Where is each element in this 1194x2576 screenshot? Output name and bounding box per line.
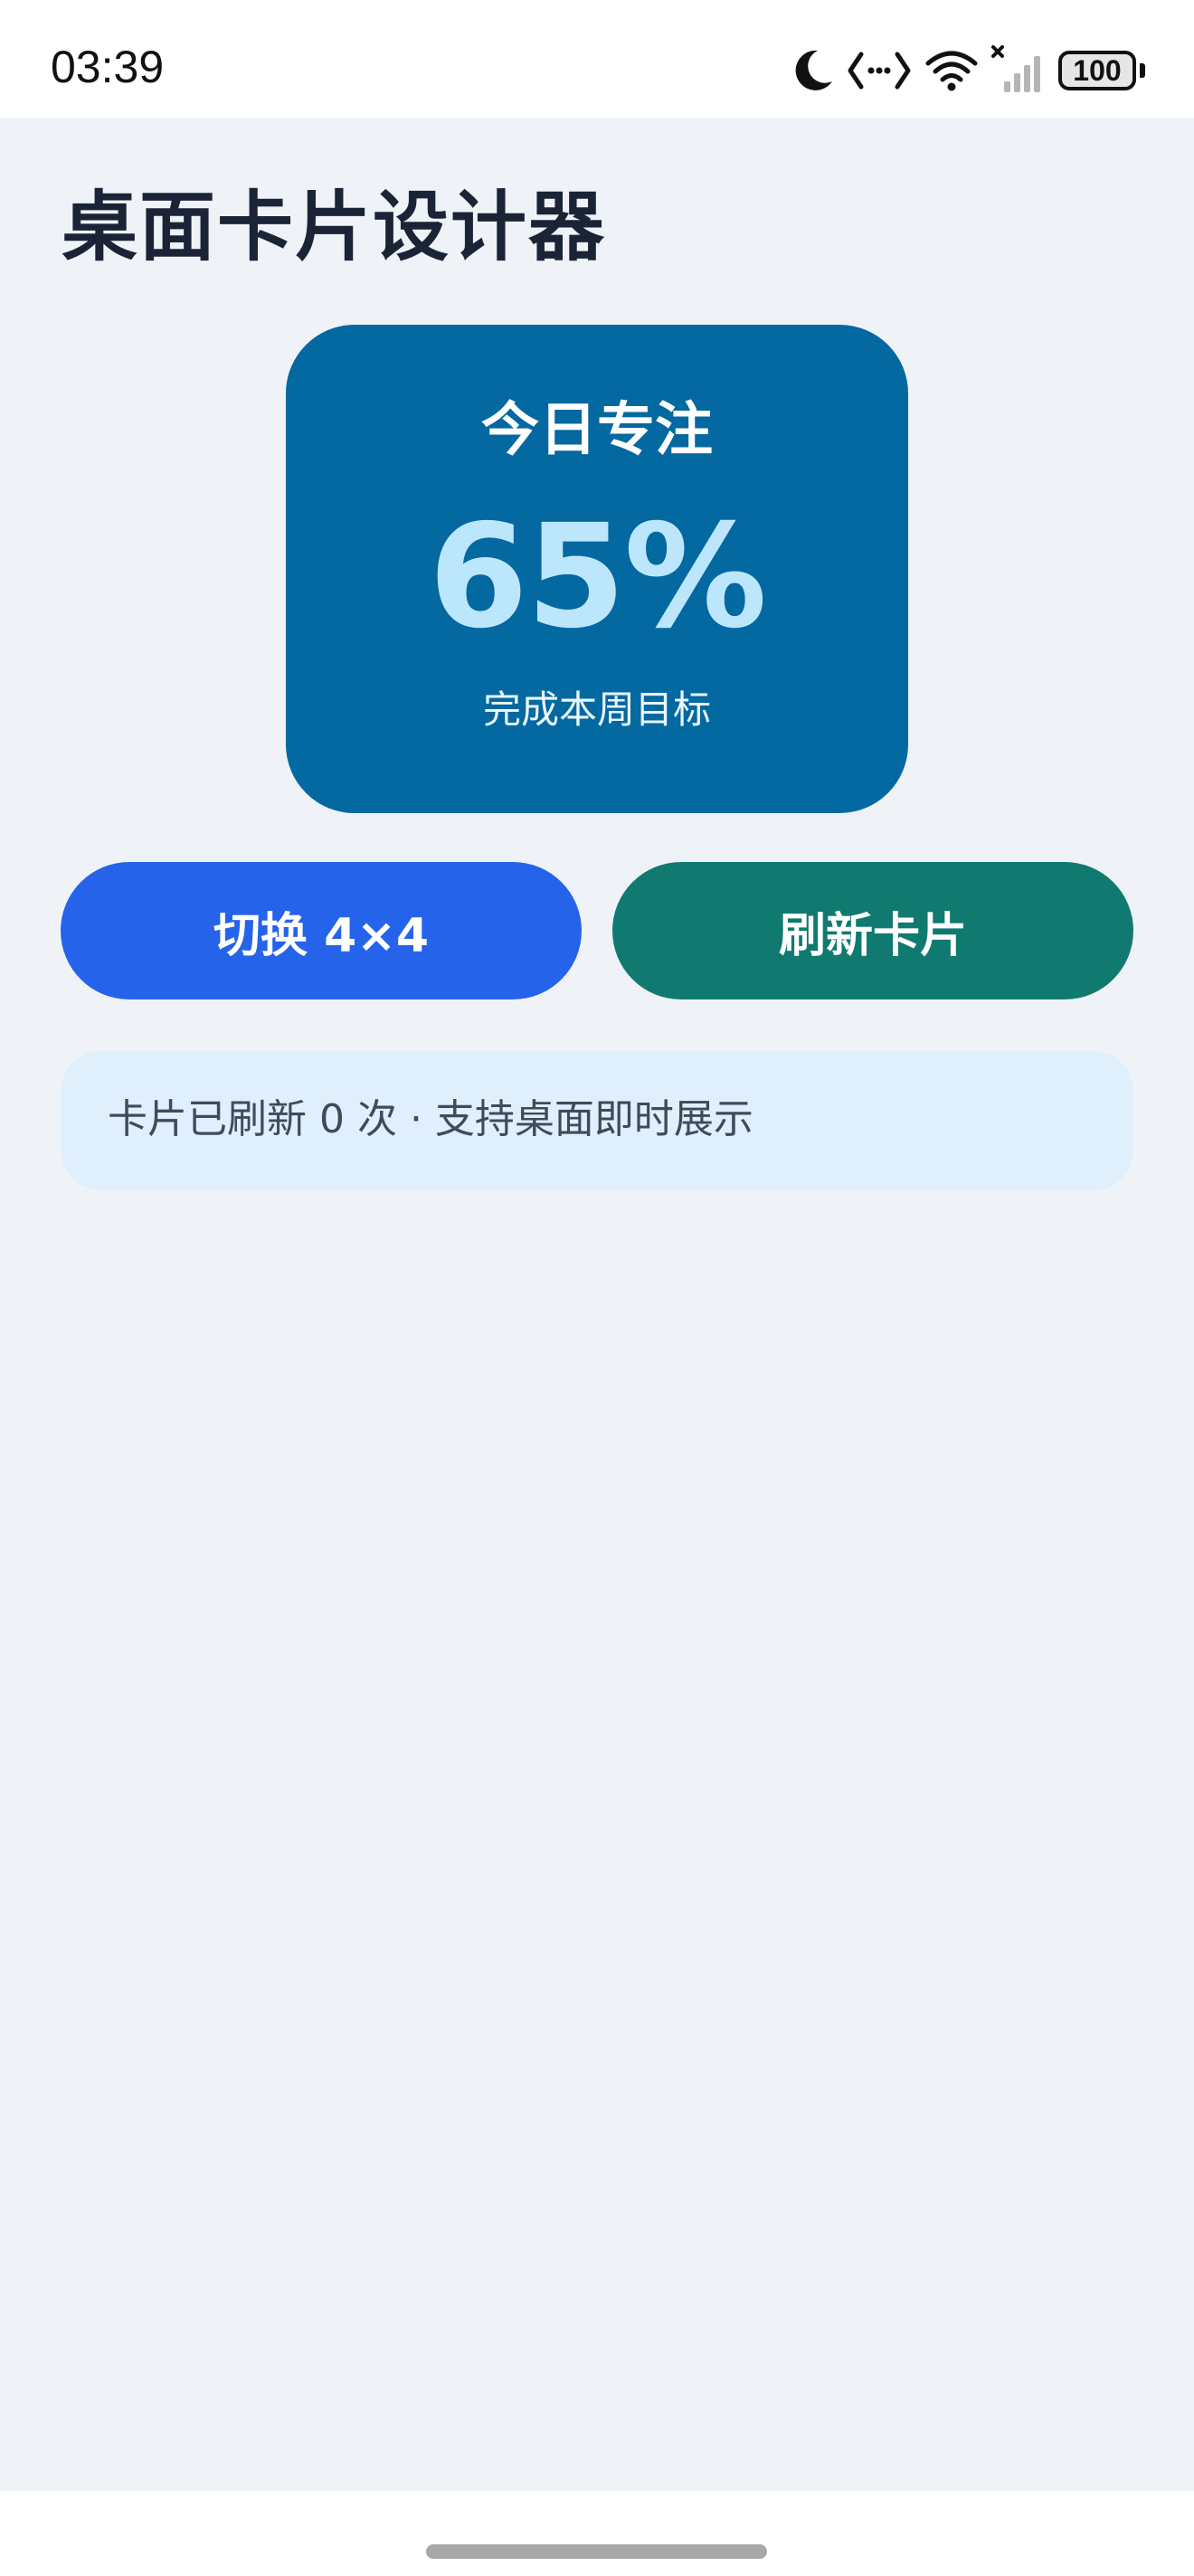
battery-level: 100 (1073, 53, 1122, 87)
refresh-card-label: 刷新卡片 (778, 908, 967, 963)
battery-tip (1140, 63, 1145, 78)
battery-icon: 100 (1058, 51, 1136, 90)
moon-icon (795, 50, 832, 90)
widget-subtitle: 完成本周目标 (482, 687, 711, 732)
signal-icon (991, 45, 1040, 92)
home-indicator[interactable] (426, 2544, 767, 2559)
code-icon (848, 52, 911, 90)
refresh-count-text: 卡片已刷新 0 次 · 支持桌面即时展示 (108, 1096, 753, 1142)
widget-value: 65% (428, 494, 767, 660)
widget-title: 今日专注 (481, 397, 713, 464)
wifi-icon (925, 51, 978, 91)
page-title: 桌面卡片设计器 (62, 183, 607, 271)
info-banner: 卡片已刷新 0 次 · 支持桌面即时展示 (61, 1051, 1133, 1190)
toggle-size-label: 切换 4×4 (213, 908, 430, 963)
toggle-size-button[interactable]: 切换 4×4 (61, 862, 582, 999)
navigation-bar (0, 2491, 1194, 2576)
status-time: 03:39 (51, 42, 165, 92)
refresh-card-button[interactable]: 刷新卡片 (612, 862, 1133, 999)
status-bar: 03:39 100 (0, 0, 1194, 118)
status-icons: 100 (791, 36, 1145, 105)
